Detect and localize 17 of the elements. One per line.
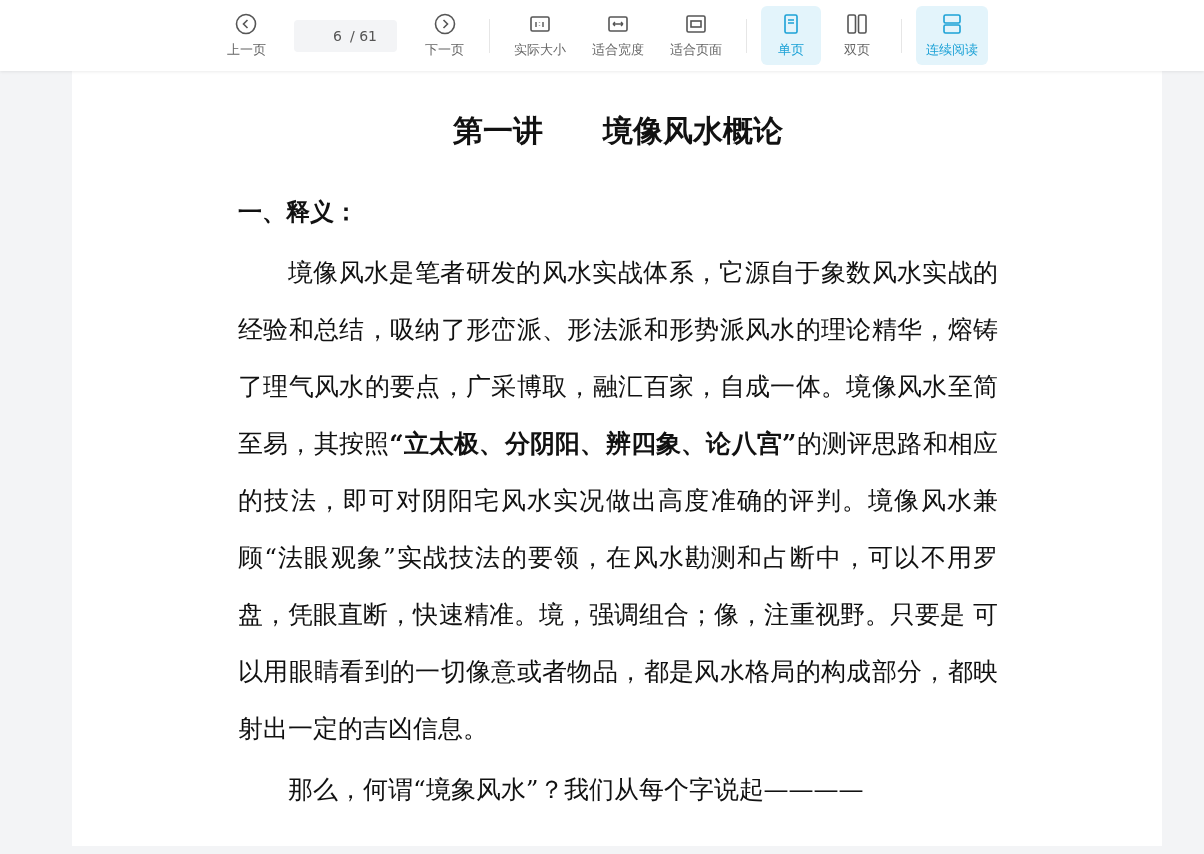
chapter-title: 第一讲 境像风水概论 bbox=[452, 112, 784, 150]
next-page-button[interactable]: 下一页 bbox=[415, 6, 475, 65]
view-mode-tab[interactable]: 双页 bbox=[827, 6, 887, 65]
body-paragraph: 境像风水是笔者研发的风水实战体系，它源自于象数风水实战的经验和总结，吸纳了形峦派、形法派和形势派风水的理论精华，熔铸了理气风水的要点，广采博取，融汇百家，自成一体。境像风水至简至易，其按照“立太极、分阴阳、辨四象、论八宫”的测评思路和相应的技法，即可对阴阳宅风水实况做出高度准确的评判。境像风水兼顾“法眼观象”实战技法的要领，在风水勘测和占断中，可以不用罗盘，凭眼直断，快速精准。境，强调组合；像，注重视野。只要是 可以用眼睛看到的一切像意或者物品，都是风水格局的构成部分，都映射出一定的吉凶信息。 bbox=[238, 257, 998, 745]
zoom-button[interactable]: 适合宽度 bbox=[582, 6, 654, 65]
left-chevron-icon bbox=[234, 12, 258, 36]
page-total: / 61 bbox=[350, 19, 397, 52]
previous-page-button[interactable]: 上一页 bbox=[216, 6, 276, 65]
body-paragraph: 那么，何谓“境象风水”？我们从每个字说起———— bbox=[287, 774, 865, 806]
zoom-button[interactable]: 实际大小 bbox=[504, 6, 576, 65]
stacked-pages-icon bbox=[940, 12, 964, 36]
page-number-field[interactable]: 6 bbox=[294, 19, 350, 52]
zoom-button[interactable]: 适合页面 bbox=[660, 6, 732, 65]
fit-page-icon bbox=[684, 12, 708, 36]
double-page-icon bbox=[845, 12, 869, 36]
section-heading: 一、释义： bbox=[238, 196, 359, 228]
right-chevron-icon bbox=[433, 12, 457, 36]
